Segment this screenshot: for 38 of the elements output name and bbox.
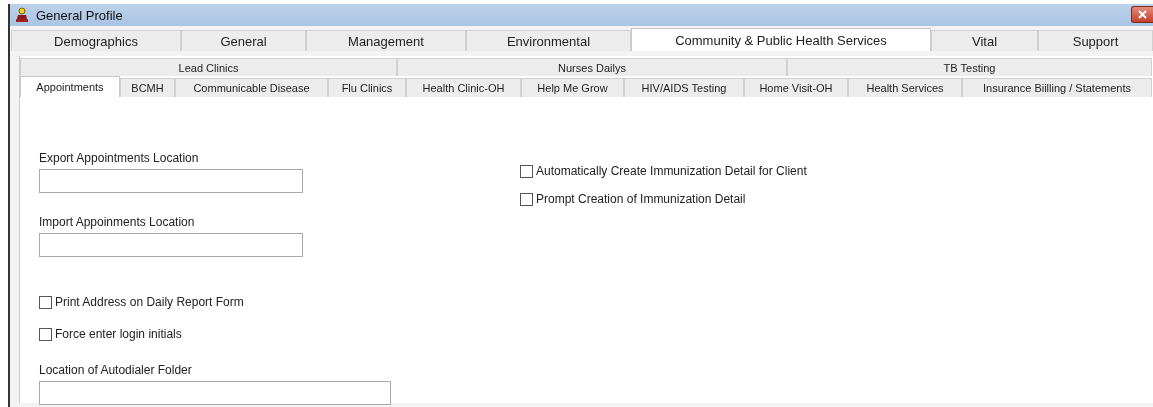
checkbox-label[interactable]: Print Address on Daily Report Form	[55, 295, 244, 309]
checkbox[interactable]	[39, 327, 52, 341]
tab[interactable]: Lead Clinics	[20, 58, 397, 76]
window-title: General Profile	[36, 7, 123, 23]
checkbox-label[interactable]: Automatically Create Immunization Detail for Client	[536, 164, 807, 178]
tab[interactable]: Insurance Biilling / Statements	[962, 78, 1152, 97]
tab[interactable]: Demographics	[11, 30, 181, 51]
field-label: Location of Autodialer Folder	[39, 363, 193, 377]
input-field[interactable]	[39, 169, 303, 193]
checkbox-label[interactable]: Prompt Creation of Immunization Detail	[536, 192, 746, 206]
checkbox[interactable]	[39, 295, 52, 309]
checkbox-label[interactable]: Force enter login initials	[55, 327, 182, 341]
tab[interactable]: Environmental	[466, 30, 631, 51]
tab[interactable]: Appointments	[20, 76, 120, 97]
input-field[interactable]	[39, 381, 391, 405]
field-label: Import Appoinments Location	[39, 215, 196, 229]
input-field[interactable]	[39, 233, 303, 257]
tab[interactable]: TB Testing	[787, 58, 1152, 76]
tab[interactable]: Community & Public Health Services	[631, 28, 931, 51]
tab[interactable]: Nurses Dailys	[397, 58, 787, 76]
tab[interactable]: General	[181, 30, 306, 51]
tab[interactable]: Health Services	[848, 78, 962, 97]
tab[interactable]: Communicable Disease	[175, 78, 328, 97]
close-icon	[1138, 10, 1147, 19]
profile-icon	[14, 7, 30, 23]
tab[interactable]: Help Me Grow	[521, 78, 624, 97]
tab[interactable]: BCMH	[120, 78, 175, 97]
checkbox[interactable]	[520, 192, 533, 206]
field-label: Export Appointments Location	[39, 151, 200, 165]
tab[interactable]: Support	[1038, 30, 1153, 51]
tab[interactable]: Management	[306, 30, 466, 51]
checkbox[interactable]	[520, 164, 533, 178]
tab[interactable]: HIV/AIDS Testing	[624, 78, 744, 97]
tab[interactable]: Home Visit-OH	[744, 78, 848, 97]
tab[interactable]: Flu Clinics	[328, 78, 406, 97]
close-button[interactable]	[1131, 6, 1153, 23]
tab[interactable]: Health Clinic-OH	[406, 78, 521, 97]
tab[interactable]: Vital	[931, 30, 1038, 51]
